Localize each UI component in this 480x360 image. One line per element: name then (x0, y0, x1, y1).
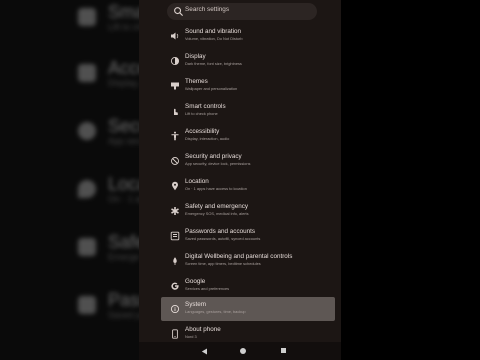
speaker-icon (171, 32, 179, 40)
item-title: Themes (185, 78, 208, 85)
back-icon[interactable] (201, 348, 208, 355)
item-subtitle: App security, device lock, permissions (185, 161, 251, 166)
settings-item-system[interactable]: System Languages, gestures, time, backup (161, 297, 335, 321)
accessibility-icon (171, 131, 179, 141)
recents-icon[interactable] (281, 348, 286, 353)
item-subtitle: Display, interaction, audio (185, 136, 230, 141)
item-subtitle: Screen time, app timers, bedtime schedul… (185, 261, 261, 266)
item-title: Passwords and accounts (185, 228, 256, 235)
background-blur-left: SmartLift to check AccesDisplay, intera … (0, 0, 140, 360)
info-icon (170, 304, 180, 314)
settings-item-smart-controls[interactable]: Smart controls Lift to check phone (167, 102, 317, 126)
home-icon[interactable] (240, 348, 246, 354)
navigation-bar (139, 342, 341, 360)
item-title: Google (185, 278, 206, 285)
item-title: Display (185, 53, 206, 60)
settings-item-themes[interactable]: Themes Wallpaper and personalization (167, 77, 317, 101)
item-title: About phone (185, 326, 221, 333)
settings-item-location[interactable]: Location On · 1 apps have access to loca… (167, 177, 317, 201)
search-icon (174, 7, 184, 17)
item-title: Accessibility (185, 128, 220, 135)
background-dark-right (340, 0, 480, 360)
item-subtitle: Emergency SOS, medical info, alerts (185, 211, 249, 216)
item-title: System (185, 301, 206, 308)
location-icon (172, 181, 178, 191)
gesture-icon (174, 108, 178, 115)
display-icon (170, 56, 180, 66)
theme-icon (171, 82, 179, 90)
security-icon (171, 157, 179, 165)
search-bar[interactable]: Search settings (167, 3, 317, 20)
item-title: Sound and vibration (185, 28, 242, 35)
settings-item-security-and-privacy[interactable]: Security and privacy App security, devic… (167, 152, 317, 176)
item-subtitle: Services and preferences (185, 286, 230, 291)
settings-item-digital-wellbeing[interactable]: Digital Wellbeing and parental controls … (167, 252, 317, 276)
settings-item-safety-and-emergency[interactable]: Safety and emergency Emergency SOS, medi… (167, 202, 317, 226)
phone-icon (172, 329, 178, 339)
item-subtitle: Languages, gestures, time, backup (185, 309, 246, 314)
item-title: Location (185, 178, 209, 185)
settings-item-display[interactable]: Display Dark theme, font size, brightnes… (167, 52, 317, 76)
settings-item-passwords-and-accounts[interactable]: Passwords and accounts Saved passwords, … (167, 227, 317, 251)
item-subtitle: Lift to check phone (185, 111, 218, 116)
settings-screen: Search settings Sound and vibration Volu… (139, 0, 341, 360)
settings-item-accessibility[interactable]: Accessibility Display, interaction, audi… (167, 127, 317, 151)
search-placeholder: Search settings (185, 6, 230, 13)
wellbeing-icon (173, 257, 177, 265)
item-title: Digital Wellbeing and parental controls (185, 253, 293, 260)
accounts-icon (170, 231, 180, 241)
item-subtitle: On · 1 apps have access to location (185, 186, 247, 191)
item-title: Smart controls (185, 103, 226, 110)
item-title: Safety and emergency (185, 203, 249, 210)
item-subtitle: Wallpaper and personalization (185, 86, 238, 91)
item-subtitle: Dark theme, font size, brightness (185, 61, 242, 66)
settings-item-sound-and-vibration[interactable]: Sound and vibration Volume, vibration, D… (167, 27, 317, 51)
item-subtitle: Volume, vibration, Do Not Disturb (185, 36, 243, 41)
item-subtitle: Saved passwords, autofill, synced accoun… (185, 236, 261, 241)
item-subtitle: Nord 3 (185, 334, 197, 339)
emergency-icon (171, 207, 179, 215)
google-icon (171, 282, 179, 290)
item-title: Security and privacy (185, 153, 242, 160)
